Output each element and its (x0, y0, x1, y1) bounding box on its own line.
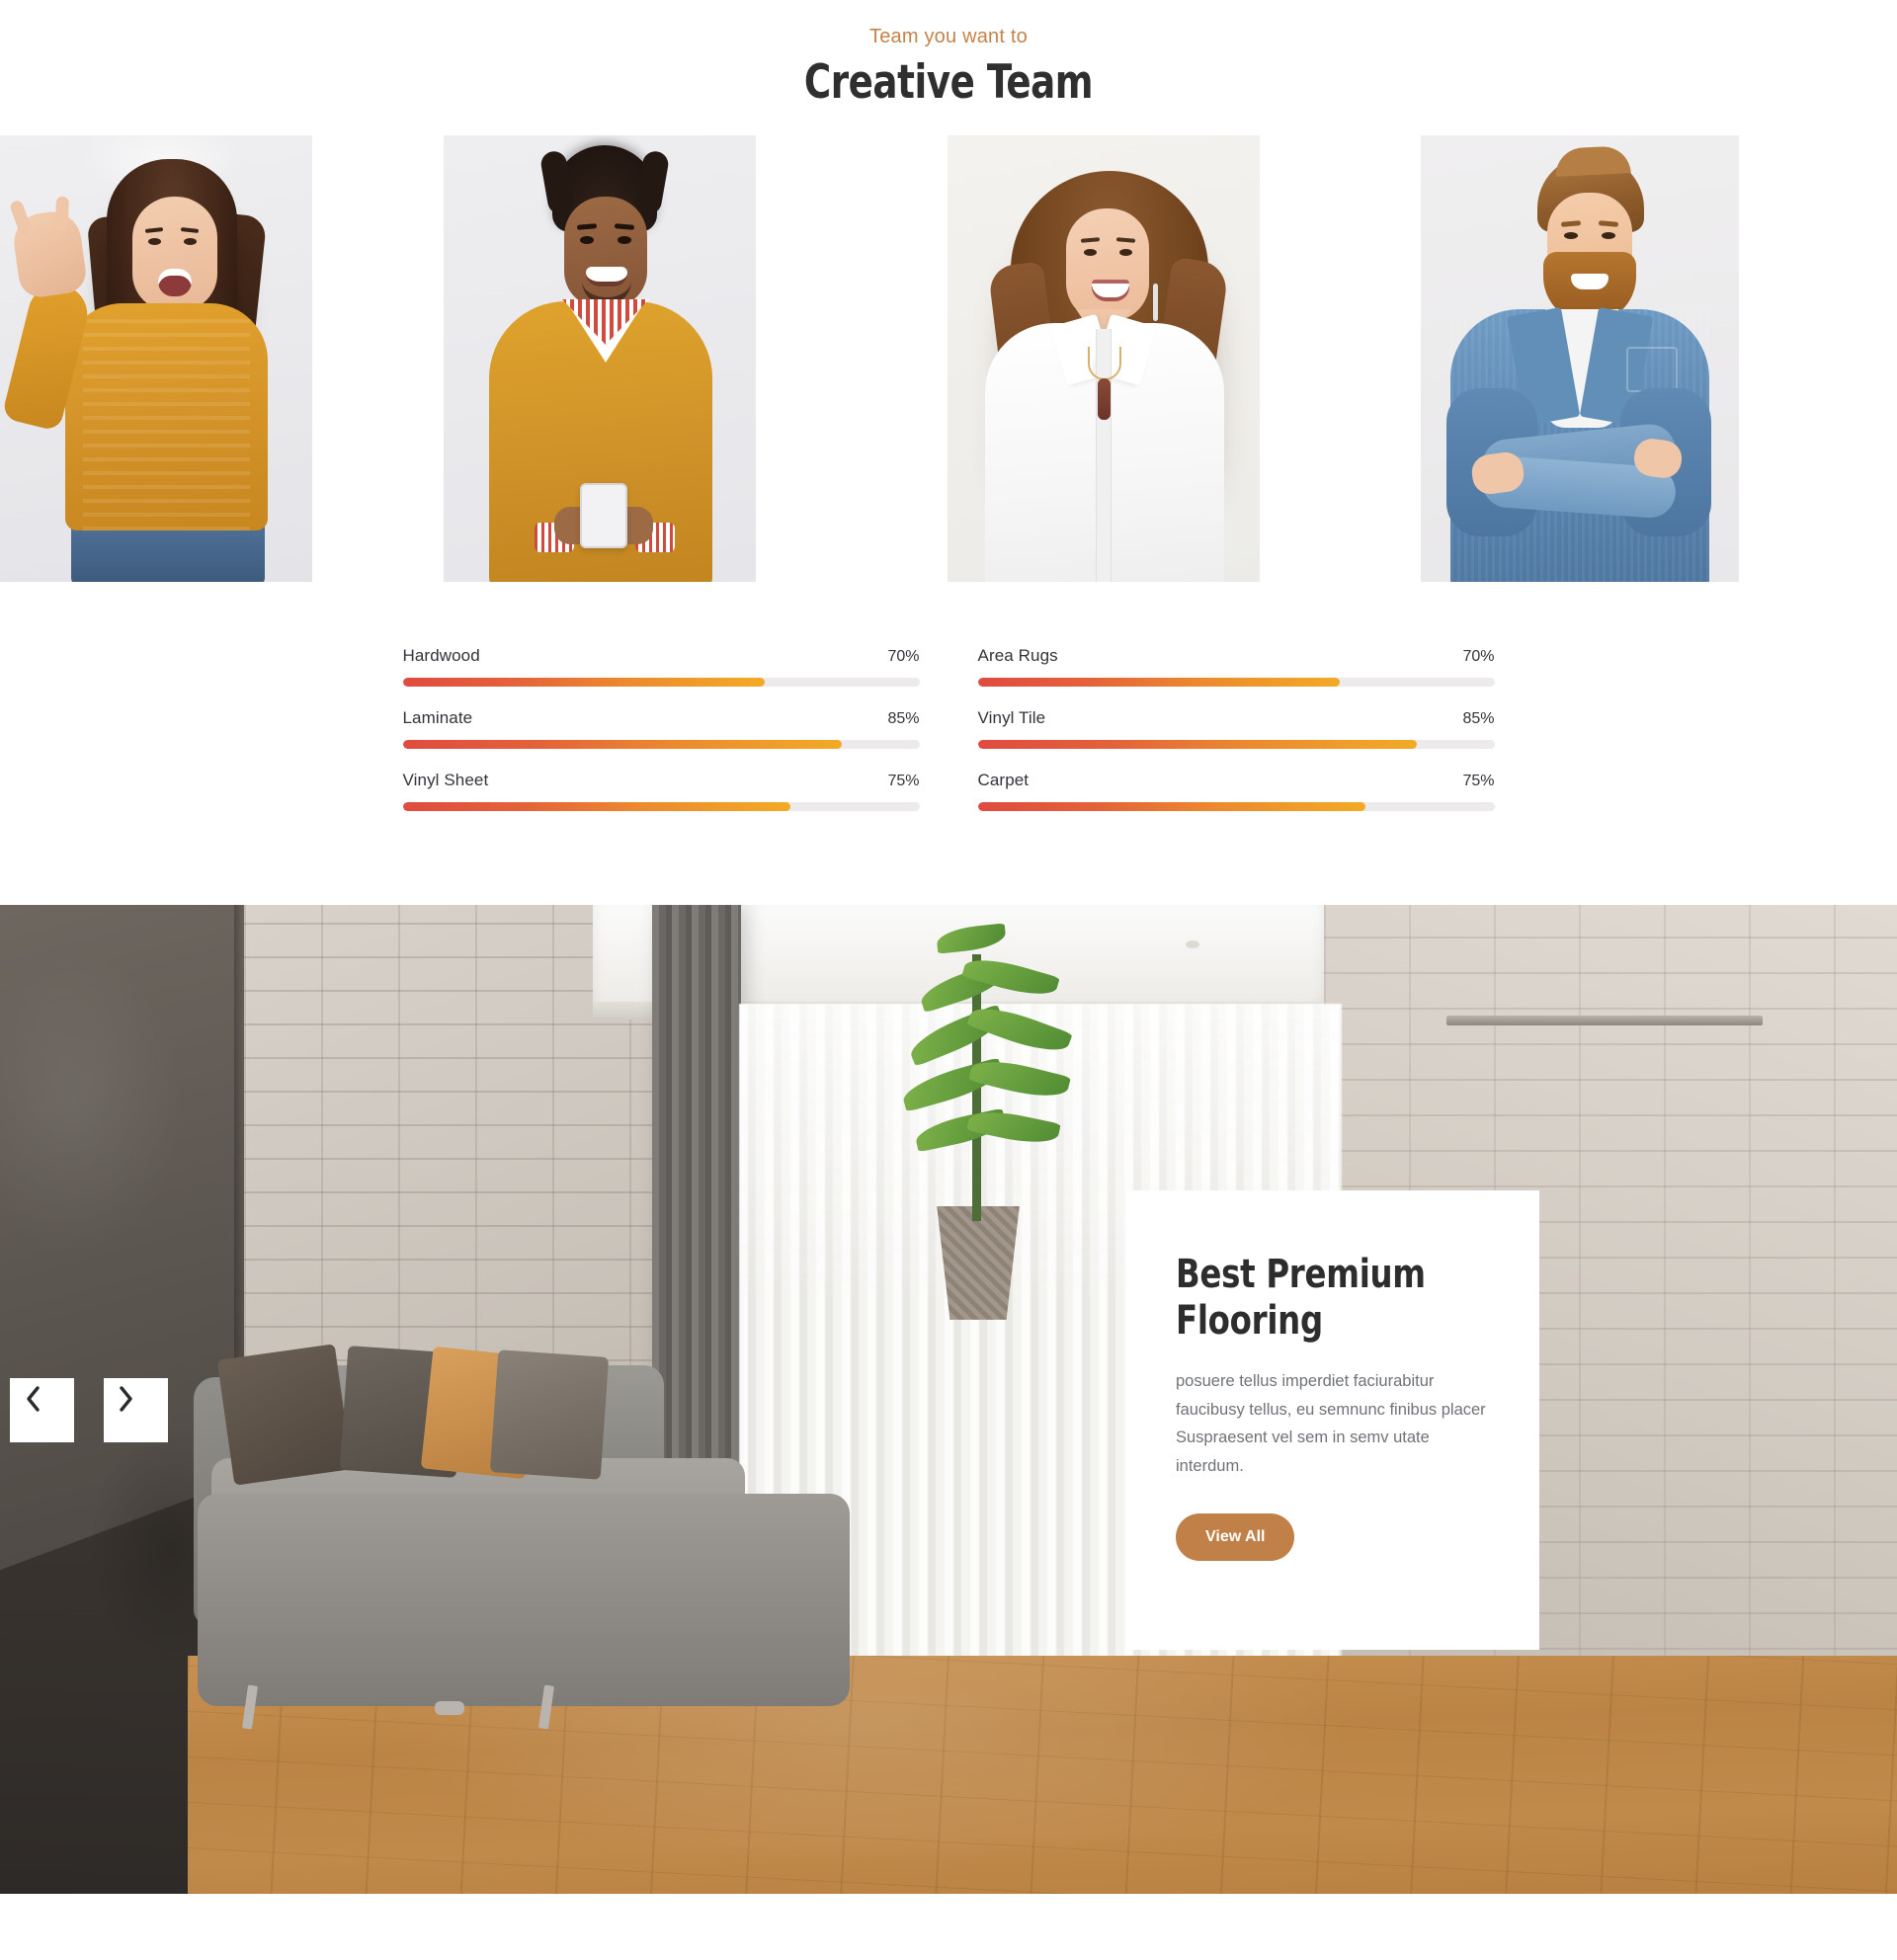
team-member-2-image (444, 134, 756, 582)
hero-content-card: Best Premium Flooring posuere tellus imp… (1126, 1189, 1539, 1650)
team-member-1-image (0, 134, 312, 582)
skill-label: Area Rugs (977, 645, 1058, 665)
chevron-left-icon (22, 1384, 43, 1414)
section-eyebrow: Team you want to (869, 26, 1028, 47)
carousel-prev-button[interactable] (10, 1377, 74, 1442)
skill-label: Vinyl Tile (977, 707, 1046, 727)
skill-percent: 70% (1462, 647, 1495, 665)
skill-percent: 85% (887, 709, 920, 727)
team-member-4-image (1421, 134, 1739, 582)
hero-description: posuere tellus imperdiet faciurabitur fa… (1176, 1372, 1486, 1475)
skill-progress-track (977, 739, 1495, 749)
team-member-photo-3[interactable] (948, 134, 1260, 582)
skill-item: Vinyl Sheet 75% (402, 770, 920, 811)
team-member-photo-1[interactable] (0, 134, 312, 582)
skill-label: Hardwood (402, 645, 480, 665)
skill-label: Laminate (402, 707, 473, 727)
skill-percent: 70% (887, 647, 920, 665)
skill-progress-track (402, 677, 920, 687)
page-title: Creative Team (803, 55, 1094, 110)
team-photo-row (0, 134, 1897, 582)
skill-progress-track (402, 739, 920, 749)
skills-section: Hardwood 70% Laminate 85% Vinyl Sheet 75… (0, 581, 1897, 905)
skill-column-left: Hardwood 70% Laminate 85% Vinyl Sheet 75… (402, 645, 920, 811)
view-all-button[interactable]: View All (1176, 1513, 1295, 1562)
team-member-photo-2[interactable] (444, 134, 756, 582)
team-member-photo-4[interactable] (1421, 134, 1739, 582)
skill-percent: 85% (1462, 709, 1495, 727)
skill-progress-fill (977, 739, 1418, 749)
skill-progress-track (402, 801, 920, 811)
skill-label: Vinyl Sheet (402, 770, 489, 789)
team-member-3-image (948, 134, 1260, 582)
skill-item: Carpet 75% (977, 770, 1495, 811)
skill-column-right: Area Rugs 70% Vinyl Tile 85% Carpet 75% (977, 645, 1495, 811)
hero-carousel-section: Best Premium Flooring posuere tellus imp… (0, 904, 1897, 1894)
hero-title: Best Premium Flooring (1176, 1251, 1426, 1345)
skill-item: Area Rugs 70% (977, 645, 1495, 687)
skill-item: Laminate 85% (402, 707, 920, 749)
page-root: Team you want to Creative Team Hardwood … (0, 0, 1897, 1894)
skill-percent: 75% (1462, 772, 1495, 789)
skill-progress-track (977, 801, 1495, 811)
skill-label: Carpet (977, 770, 1030, 789)
skill-item: Vinyl Tile 85% (977, 707, 1495, 749)
chevron-right-icon (116, 1384, 137, 1414)
skill-progress-fill (402, 801, 790, 811)
team-section-header: Team you want to Creative Team (0, 0, 1897, 108)
skill-percent: 75% (887, 772, 920, 789)
skill-progress-fill (977, 801, 1365, 811)
skill-progress-fill (402, 739, 843, 749)
skill-progress-fill (402, 677, 765, 687)
skill-progress-fill (977, 677, 1340, 687)
skill-progress-track (977, 677, 1495, 687)
carousel-next-button[interactable] (104, 1377, 168, 1442)
skill-item: Hardwood 70% (402, 645, 920, 687)
hero-background-image (0, 904, 1897, 1894)
